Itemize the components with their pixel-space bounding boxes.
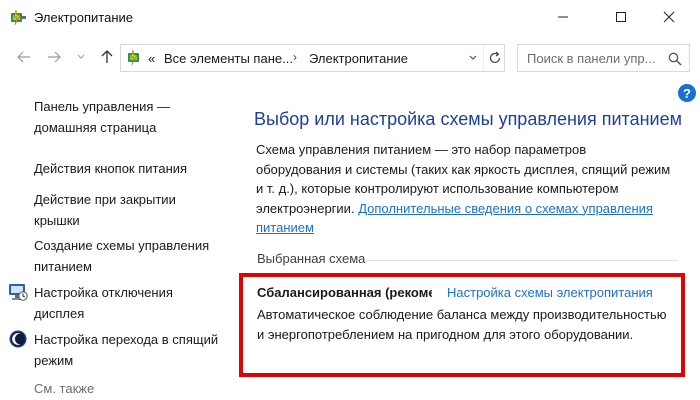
window-title: Электропитание (34, 10, 133, 25)
page-description: Схема управления питанием — это набор па… (256, 140, 674, 238)
sidebar-item-power-buttons[interactable]: Действия кнопок питания (34, 158, 224, 179)
close-icon (663, 11, 675, 23)
left-pane: Панель управления — домашняя страница Де… (0, 84, 228, 400)
maximize-icon (616, 12, 626, 22)
power-options-icon (11, 9, 26, 26)
title-bar: Электропитание (0, 0, 700, 36)
control-panel-icon (128, 49, 139, 66)
address-segment-all-items[interactable]: Все элементы пане... (164, 51, 293, 66)
display-off-icon (9, 284, 28, 301)
see-also-heading: См. также (34, 381, 95, 396)
address-dropdown-button[interactable] (466, 49, 480, 67)
address-overflow[interactable]: « (148, 51, 155, 66)
up-button[interactable] (96, 46, 118, 68)
sidebar-item-lid-close[interactable]: Действие при закрытии крышки (34, 189, 224, 231)
refresh-button[interactable] (483, 45, 505, 71)
chevron-down-icon (469, 55, 477, 60)
page-title: Выбор или настройка схемы управления пит… (254, 109, 682, 129)
back-button[interactable] (13, 46, 35, 68)
sidebar-item-control-panel-home[interactable]: Панель управления — домашняя страница (34, 96, 224, 138)
arrow-up-icon (101, 50, 113, 63)
plan-name: Сбалансированная (рекомендуется) (257, 285, 432, 300)
arrow-right-icon (48, 51, 61, 63)
search-input[interactable] (517, 44, 690, 72)
sidebar-item-create-plan[interactable]: Создание схемы управления питанием (34, 235, 224, 277)
change-plan-settings-link[interactable]: Настройка схемы электропитания (447, 285, 653, 300)
section-divider (365, 260, 678, 261)
address-bar[interactable]: « Все элементы пане... › Электропитание (120, 44, 505, 72)
recent-locations-button[interactable] (74, 46, 88, 68)
minimize-button[interactable] (540, 0, 586, 34)
refresh-icon (489, 51, 500, 64)
close-button[interactable] (646, 0, 692, 34)
arrow-left-icon (17, 51, 30, 63)
maximize-button[interactable] (598, 0, 644, 34)
selected-plan-heading: Выбранная схема (257, 251, 366, 266)
sleep-moon-icon (9, 330, 27, 348)
sidebar-item-display-off[interactable]: Настройка отключения дисплея (34, 282, 224, 324)
chevron-down-icon (77, 54, 85, 59)
help-icon[interactable]: ? (678, 84, 696, 102)
chevron-right-icon[interactable]: › (293, 50, 297, 64)
minimize-icon (558, 16, 568, 18)
address-segment-power[interactable]: Электропитание (309, 51, 408, 66)
sidebar-item-sleep[interactable]: Настройка перехода в спящий режим (34, 329, 224, 371)
forward-button[interactable] (43, 46, 65, 68)
navigation-bar: « Все элементы пане... › Электропитание (0, 40, 700, 76)
search-icon[interactable] (668, 52, 682, 66)
plan-description: Автоматическое соблюдение баланса между … (257, 307, 667, 342)
